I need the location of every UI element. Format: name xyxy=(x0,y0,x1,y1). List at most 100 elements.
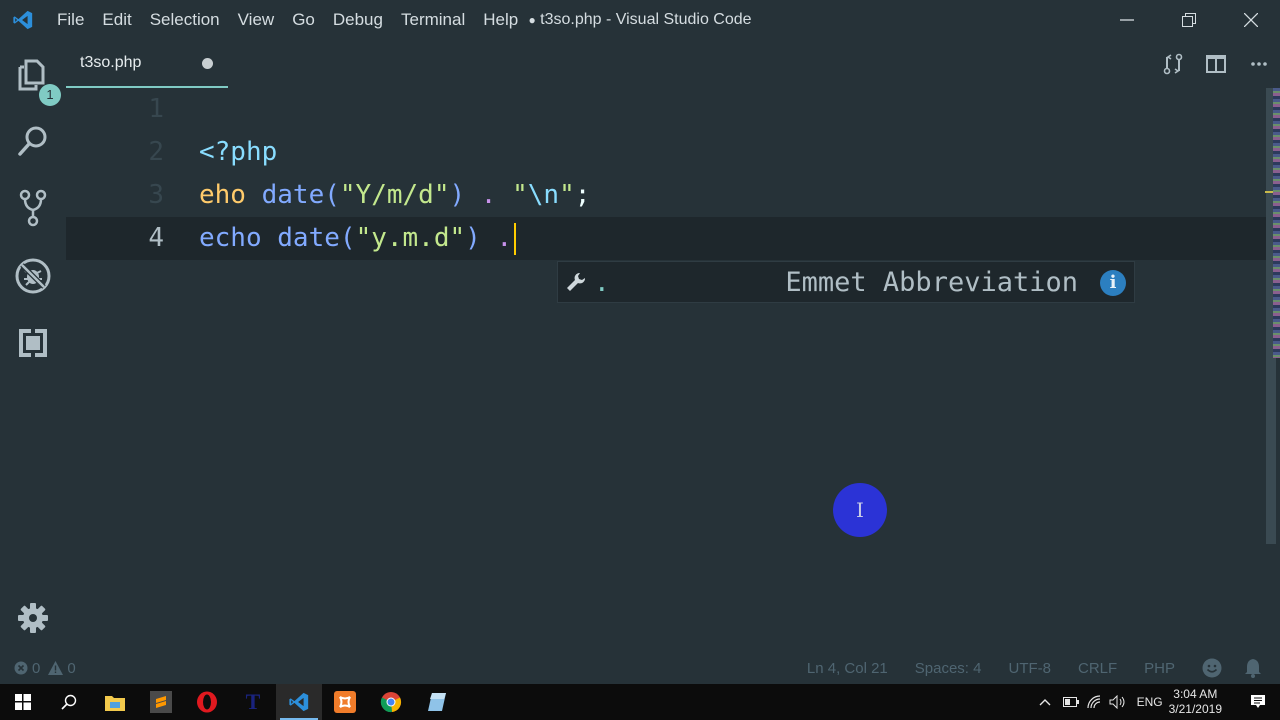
editor-actions xyxy=(1151,40,1280,88)
token-string: "Y/m/d" xyxy=(339,180,450,210)
input-language[interactable]: ENG xyxy=(1137,695,1163,709)
language-mode[interactable]: PHP xyxy=(1144,660,1175,677)
menu-help[interactable]: Help xyxy=(474,10,527,30)
suggestion-widget[interactable]: . Emmet Abbreviation i xyxy=(557,261,1135,303)
clock[interactable]: 3:04 AM 3/21/2019 xyxy=(1169,687,1222,717)
token-keyword: echo xyxy=(199,223,262,253)
open-changes-button[interactable] xyxy=(1151,40,1194,88)
extensions-icon xyxy=(19,329,47,357)
warning-icon xyxy=(48,661,64,675)
info-icon[interactable]: i xyxy=(1100,270,1126,296)
taskbar-xampp[interactable] xyxy=(322,684,368,720)
taskbar-vscode[interactable] xyxy=(276,684,322,720)
problems-indicator[interactable]: 0 0 xyxy=(14,652,76,684)
status-bar: 0 0 Ln 4, Col 21 Spaces: 4 UTF-8 CRLF PH… xyxy=(0,652,1280,684)
screen-artifact xyxy=(1273,88,1280,358)
source-control-icon xyxy=(19,189,47,227)
activity-search[interactable] xyxy=(8,116,58,166)
line-number: 3 xyxy=(148,180,164,210)
code-line-4: 4 echo date("y.m.d") . xyxy=(66,217,1266,260)
activity-debug[interactable] xyxy=(8,251,58,301)
volume-icon[interactable] xyxy=(1109,695,1127,709)
tab-label: t3so.php xyxy=(80,54,142,71)
taskbar-sublime-text[interactable] xyxy=(138,684,184,720)
opera-icon xyxy=(197,691,217,713)
split-editor-icon xyxy=(1205,55,1226,73)
debug-icon xyxy=(15,258,51,294)
token-semicolon: ; xyxy=(574,180,591,210)
settings-button[interactable] xyxy=(8,593,58,643)
taskbar-app-t[interactable]: T xyxy=(230,684,276,720)
code-editor[interactable]: 1 2 <?php 3 eho date("Y/m/d") . "\n"; 4 … xyxy=(66,88,1266,652)
menu-view[interactable]: View xyxy=(229,10,284,30)
taskbar-opera[interactable] xyxy=(184,684,230,720)
clock-time: 3:04 AM xyxy=(1173,687,1218,701)
action-center-button[interactable] xyxy=(1236,694,1280,710)
activity-extensions[interactable] xyxy=(8,318,58,368)
token-operator: . xyxy=(480,180,497,210)
menu-terminal[interactable]: Terminal xyxy=(392,10,474,30)
minimize-button[interactable] xyxy=(1096,0,1158,40)
close-button[interactable] xyxy=(1220,0,1280,40)
line-content: echo date("y.m.d") . xyxy=(199,217,517,260)
restore-button[interactable] xyxy=(1158,0,1220,40)
menu-debug[interactable]: Debug xyxy=(324,10,392,30)
minimize-icon xyxy=(1120,19,1134,21)
warning-count: 0 xyxy=(67,659,76,677)
token-paren: ) xyxy=(449,180,466,210)
taskbar-chrome[interactable] xyxy=(368,684,414,720)
taskbar-search-button[interactable] xyxy=(46,684,92,720)
battery-icon[interactable] xyxy=(1062,697,1079,707)
tab-t3so-php[interactable]: t3so.php xyxy=(66,40,228,88)
code-line-1: 1 xyxy=(66,88,1266,131)
open-changes-icon xyxy=(1163,53,1182,75)
indentation[interactable]: Spaces: 4 xyxy=(915,660,982,677)
dirty-indicator: ● xyxy=(528,13,536,27)
taskbar-file-explorer[interactable] xyxy=(92,684,138,720)
chrome-icon xyxy=(380,692,402,713)
code-line-2: 2 <?php xyxy=(66,131,1266,174)
show-hidden-icons[interactable] xyxy=(1039,695,1051,709)
windows-logo-icon xyxy=(15,694,31,710)
line-number: 2 xyxy=(148,137,164,167)
clock-date: 3/21/2019 xyxy=(1168,702,1222,716)
notepad-icon xyxy=(428,693,446,711)
token-keyword: eho xyxy=(199,180,246,210)
feedback-smiley-icon[interactable] xyxy=(1202,658,1222,678)
error-count: 0 xyxy=(32,659,41,677)
search-icon xyxy=(18,126,47,156)
menu-edit[interactable]: Edit xyxy=(93,10,140,30)
chevron-up-icon xyxy=(1039,699,1051,706)
token-paren: ( xyxy=(339,223,356,253)
encoding[interactable]: UTF-8 xyxy=(1008,660,1051,677)
tab-bar: t3so.php xyxy=(66,40,1280,88)
cursor-position[interactable]: Ln 4, Col 21 xyxy=(807,660,888,677)
end-of-line[interactable]: CRLF xyxy=(1078,660,1117,677)
notifications-bell-icon[interactable] xyxy=(1244,658,1262,678)
token-function: date xyxy=(261,180,325,210)
split-editor-button[interactable] xyxy=(1194,40,1237,88)
menu-file[interactable]: File xyxy=(48,10,93,30)
dirty-dot-icon[interactable] xyxy=(202,58,213,69)
token-paren: ( xyxy=(324,180,340,210)
start-button[interactable] xyxy=(0,684,46,720)
activity-bar: 1 xyxy=(0,40,66,652)
token-string: "y.m.d" xyxy=(355,223,466,253)
restore-icon xyxy=(1182,13,1196,27)
token-paren: ) xyxy=(465,223,481,253)
vscode-icon xyxy=(289,692,309,712)
menu-selection[interactable]: Selection xyxy=(141,10,229,30)
php-open-tag: <?php xyxy=(199,137,278,167)
taskbar-notepad[interactable] xyxy=(414,684,460,720)
more-actions-button[interactable] xyxy=(1237,40,1280,88)
text-cursor-icon: I xyxy=(856,498,864,522)
folder-icon xyxy=(105,696,125,711)
status-bar-right: Ln 4, Col 21 Spaces: 4 UTF-8 CRLF PHP xyxy=(780,652,1262,684)
error-icon xyxy=(14,661,28,675)
wifi-icon[interactable] xyxy=(1086,695,1101,709)
activity-explorer[interactable]: 1 xyxy=(8,50,61,106)
activity-source-control[interactable] xyxy=(8,183,58,233)
menu-go[interactable]: Go xyxy=(283,10,324,30)
token-quote: " xyxy=(559,180,575,210)
sublime-text-icon xyxy=(150,691,172,713)
